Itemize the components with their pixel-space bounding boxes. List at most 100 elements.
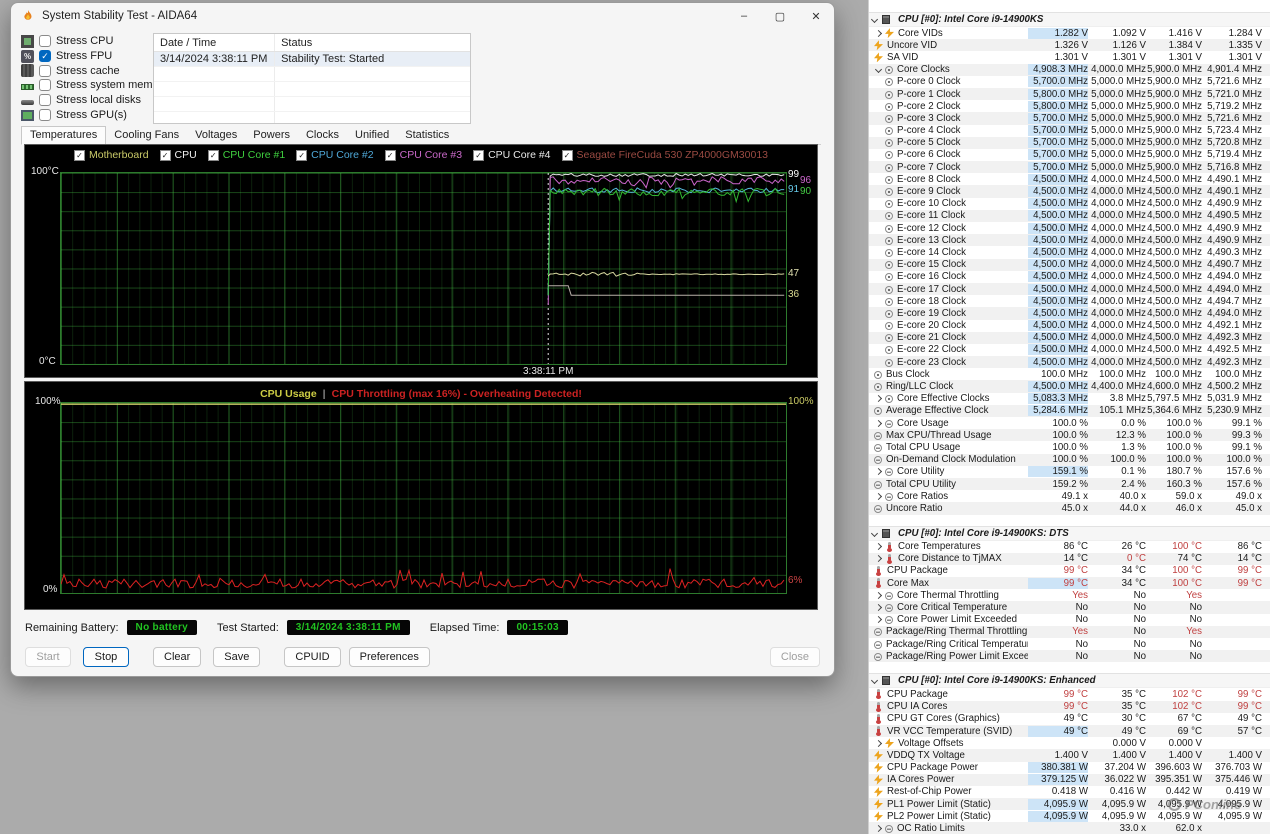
sensor-row[interactable]: Bus Clock 100.0 MHz 100.0 MHz 100.0 MHz 100.…	[869, 368, 1270, 380]
sensor-row[interactable]: P-core 2 Clock 5,800.0 MHz 5,000.0 MHz 5,90…	[869, 100, 1270, 112]
sensor-row[interactable]: On-Demand Clock Modulation 100.0 % 100.0 %…	[869, 453, 1270, 466]
sensor-row[interactable]: CPU Package Power 380.381 W 37.204 W 396.60…	[869, 762, 1270, 774]
sensor-panel[interactable]: CPU [#0]: Intel Core i9-14900KS Core VIDs…	[868, 0, 1270, 834]
chevron-right-icon[interactable]	[873, 29, 884, 37]
sensor-row[interactable]: Core Utility 159.1 % 0.1 % 180.7 % 157.6 %	[869, 466, 1270, 478]
sensor-row[interactable]: Uncore VID 1.326 V 1.126 V 1.384 V 1.335 V	[869, 39, 1270, 52]
chevron-right-icon[interactable]	[873, 468, 884, 476]
sensor-row[interactable]: Package/Ring Thermal Throttling Yes No Yes	[869, 625, 1270, 638]
maximize-button[interactable]: ▢	[762, 3, 798, 29]
start-button[interactable]: Start	[25, 647, 71, 667]
log-column-status[interactable]: Status	[274, 34, 470, 51]
tab-voltages[interactable]: Voltages	[187, 127, 245, 144]
legend-checkbox[interactable]: ✓	[74, 149, 85, 161]
sensor-section-header[interactable]: CPU [#0]: Intel Core i9-14900KS: Enhance…	[869, 673, 1270, 689]
close-button[interactable]: Close	[769, 647, 820, 667]
sensor-section-header[interactable]: CPU [#0]: Intel Core i9-14900KS: DTS	[869, 525, 1270, 541]
sensor-row[interactable]: E-core 20 Clock 4,500.0 MHz 4,000.0 MHz 4,5…	[869, 320, 1270, 332]
sensor-row[interactable]: IA Cores Power 379.125 W 36.022 W 395.351 W…	[869, 773, 1270, 786]
sensor-row[interactable]: P-core 7 Clock 5,700.0 MHz 5,000.0 MHz 5,90…	[869, 161, 1270, 174]
sensor-row[interactable]: Max CPU/Thread Usage 100.0 % 12.3 % 100.0 %…	[869, 429, 1270, 442]
sensor-row[interactable]: Ring/LLC Clock 4,500.0 MHz 4,400.0 MHz 4,60…	[869, 380, 1270, 393]
sensor-row[interactable]: E-core 8 Clock 4,500.0 MHz 4,000.0 MHz 4,50…	[869, 173, 1270, 185]
tab-cooling-fans[interactable]: Cooling Fans	[106, 127, 187, 144]
sensor-row[interactable]: Core Power Limit Exceeded No No No	[869, 614, 1270, 626]
sensor-row[interactable]: P-core 6 Clock 5,700.0 MHz 5,000.0 MHz 5,90…	[869, 149, 1270, 161]
legend-checkbox[interactable]: ✓	[159, 149, 171, 161]
log-row[interactable]: 3/14/2024 3:38:11 PM Stability Test: Star…	[154, 52, 470, 67]
sensor-row[interactable]: CPU Package 99 °C 35 °C 102 °C 99 °C	[869, 688, 1270, 700]
sensor-row[interactable]: E-core 23 Clock 4,500.0 MHz 4,000.0 MHz 4,5…	[869, 356, 1270, 369]
sensor-row[interactable]: VR VCC Temperature (SVID) 49 °C 49 °C 69 °C…	[869, 724, 1270, 738]
chevron-right-icon[interactable]	[873, 603, 884, 612]
sensor-row[interactable]: E-core 14 Clock 4,500.0 MHz 4,000.0 MHz 4,5…	[869, 246, 1270, 258]
sensor-row[interactable]: Core Thermal Throttling Yes No Yes	[869, 589, 1270, 601]
sensor-row[interactable]: P-core 3 Clock 5,700.0 MHz 5,000.0 MHz 5,90…	[869, 112, 1270, 125]
sensor-row[interactable]: P-core 4 Clock 5,700.0 MHz 5,000.0 MHz 5,90…	[869, 125, 1270, 137]
log-column-datetime[interactable]: Date / Time	[154, 37, 274, 49]
sensor-row[interactable]: Average Effective Clock 5,284.6 MHz 105.1 …	[869, 404, 1270, 417]
tab-powers[interactable]: Powers	[245, 127, 298, 144]
sensor-section-header[interactable]: CPU [#0]: Intel Core i9-14900KS	[869, 12, 1270, 27]
chevron-right-icon[interactable]	[873, 739, 884, 747]
sensor-row[interactable]: E-core 9 Clock 4,500.0 MHz 4,000.0 MHz 4,50…	[869, 185, 1270, 198]
sensor-row[interactable]: E-core 10 Clock 4,500.0 MHz 4,000.0 MHz 4,5…	[869, 198, 1270, 210]
checkbox[interactable]: ✓	[39, 50, 51, 63]
chevron-right-icon[interactable]	[873, 555, 884, 563]
chevron-right-icon[interactable]	[873, 395, 884, 403]
sensor-row[interactable]: SA VID 1.301 V 1.301 V 1.301 V 1.301 V	[869, 51, 1270, 63]
tab-temperatures[interactable]: Temperatures	[21, 126, 107, 145]
sensor-row[interactable]: Uncore Ratio 45.0 x 44.0 x 46.0 x 45.0 x	[869, 502, 1270, 515]
sensor-row[interactable]: CPU Package 99 °C 34 °C 100 °C 99 °C	[869, 565, 1270, 577]
chevron-right-icon[interactable]	[873, 824, 884, 833]
sensor-row[interactable]: Core Distance to TjMAX 14 °C 0 °C 74 °C 14 °…	[869, 552, 1270, 565]
checkbox[interactable]	[39, 79, 51, 92]
chevron-right-icon[interactable]	[873, 419, 884, 427]
sensor-row[interactable]: E-core 17 Clock 4,500.0 MHz 4,000.0 MHz 4,5…	[869, 282, 1270, 296]
checkbox[interactable]	[39, 94, 51, 107]
title-bar[interactable]: System Stability Test - AIDA64 – ▢ ✕	[11, 3, 834, 29]
cpuid-button[interactable]: CPUID	[284, 647, 341, 667]
checkbox[interactable]	[39, 108, 51, 121]
chevron-right-icon[interactable]	[873, 543, 884, 551]
sensor-row[interactable]: Core Effective Clocks 5,083.3 MHz 3.8 MHz 5…	[869, 393, 1270, 405]
sensor-row[interactable]: E-core 19 Clock 4,500.0 MHz 4,000.0 MHz 4,5…	[869, 307, 1270, 320]
tab-unified[interactable]: Unified	[347, 127, 397, 144]
stop-button[interactable]: Stop	[83, 647, 129, 667]
chevron-down-icon[interactable]	[870, 529, 879, 537]
sensor-row[interactable]: E-core 22 Clock 4,500.0 MHz 4,000.0 MHz 4,5…	[869, 344, 1270, 356]
chevron-down-icon[interactable]	[870, 15, 879, 24]
sensor-row[interactable]: Voltage Offsets 0.000 V 0.000 V	[869, 737, 1270, 749]
sensor-row[interactable]: E-core 11 Clock 4,500.0 MHz 4,000.0 MHz 4,5…	[869, 209, 1270, 222]
sensor-row[interactable]: CPU IA Cores 99 °C 35 °C 102 °C 99 °C	[869, 700, 1270, 713]
sensor-row[interactable]: OC Ratio Limits 33.0 x 62.0 x	[869, 822, 1270, 834]
chevron-down-icon[interactable]	[873, 66, 884, 74]
sensor-row[interactable]: VDDQ TX Voltage 1.400 V 1.400 V 1.400 V 1.40…	[869, 749, 1270, 762]
legend-checkbox[interactable]: ✓	[384, 149, 396, 161]
chevron-right-icon[interactable]	[873, 492, 884, 500]
sensor-row[interactable]: E-core 13 Clock 4,500.0 MHz 4,000.0 MHz 4,5…	[869, 234, 1270, 247]
sensor-row[interactable]: Package/Ring Critical Temperature No No No	[869, 638, 1270, 650]
sensor-row[interactable]: Core Clocks 4,908.3 MHz 4,000.0 MHz 5,900.0…	[869, 63, 1270, 76]
checkbox[interactable]	[39, 35, 51, 48]
tab-statistics[interactable]: Statistics	[397, 127, 457, 144]
legend-checkbox[interactable]: ✓	[473, 149, 485, 161]
sensor-row[interactable]: Core Ratios 49.1 x 40.0 x 59.0 x 49.0 x	[869, 490, 1270, 502]
chevron-right-icon[interactable]	[873, 616, 884, 624]
sensor-row[interactable]: Total CPU Utility 159.2 % 2.4 % 160.3 % 157.…	[869, 477, 1270, 491]
sensor-row[interactable]: E-core 15 Clock 4,500.0 MHz 4,000.0 MHz 4,5…	[869, 258, 1270, 271]
legend-checkbox[interactable]: ✓	[296, 149, 308, 161]
sensor-row[interactable]: E-core 21 Clock 4,500.0 MHz 4,000.0 MHz 4,5…	[869, 331, 1270, 344]
sensor-row[interactable]: Core Max 99 °C 34 °C 100 °C 99 °C	[869, 577, 1270, 590]
checkbox[interactable]	[39, 64, 51, 77]
legend-checkbox[interactable]: ✓	[207, 149, 219, 161]
sensor-row[interactable]: Core Temperatures 86 °C 26 °C 100 °C 86 °C	[869, 541, 1270, 553]
window-close-button[interactable]: ✕	[798, 3, 834, 29]
sensor-row[interactable]: Core VIDs 1.282 V 1.092 V 1.416 V 1.284 V	[869, 27, 1270, 39]
sensor-row[interactable]: P-core 5 Clock 5,700.0 MHz 5,000.0 MHz 5,90…	[869, 136, 1270, 149]
sensor-row[interactable]: Core Critical Temperature No No No	[869, 601, 1270, 614]
chevron-down-icon[interactable]	[870, 677, 879, 685]
chevron-right-icon[interactable]	[873, 591, 884, 599]
sensor-row[interactable]: Total CPU Usage 100.0 % 1.3 % 100.0 % 99.1 %	[869, 441, 1270, 453]
tab-clocks[interactable]: Clocks	[298, 127, 347, 144]
